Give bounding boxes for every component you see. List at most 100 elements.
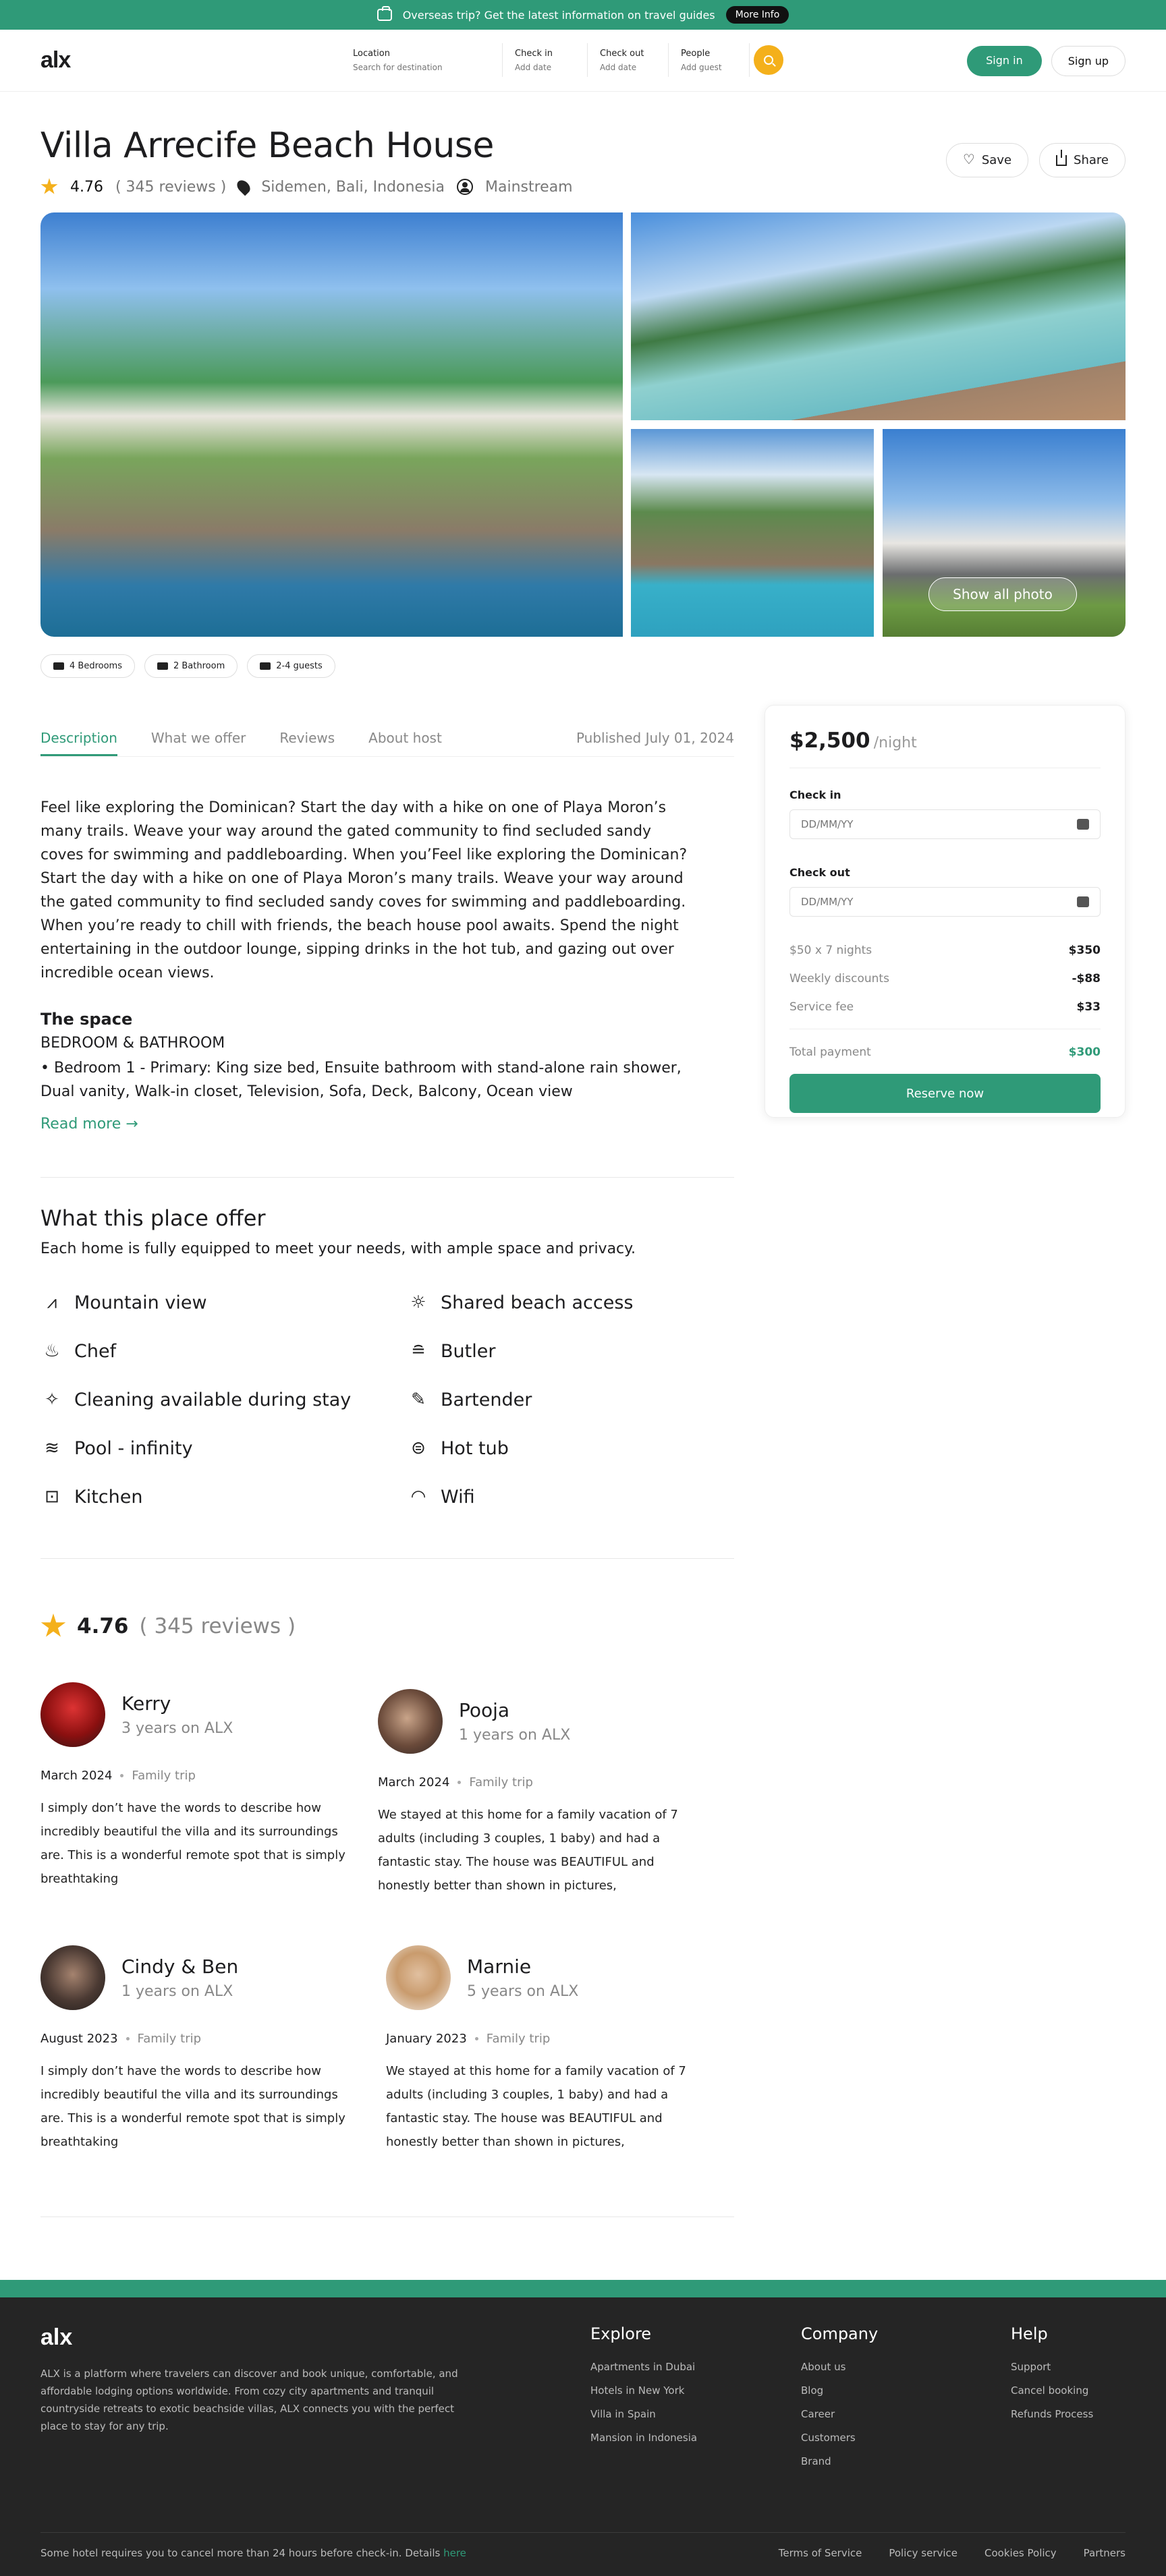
reviews-count[interactable]: ( 345 reviews ) <box>115 179 226 196</box>
review-text: We stayed at this home for a family vaca… <box>378 1808 678 1893</box>
divider <box>40 1177 734 1178</box>
save-button[interactable]: Save <box>945 143 1029 177</box>
amenity-label: Wifi <box>441 1486 475 1508</box>
guests-icon <box>260 662 271 670</box>
show-all-photo-button[interactable]: Show all photo <box>928 577 1077 611</box>
search-location-label: Location <box>353 48 390 59</box>
search-button[interactable] <box>754 45 783 75</box>
total-label: Total payment <box>789 1046 871 1059</box>
user-icon <box>457 179 473 195</box>
footer-link[interactable]: Career <box>801 2408 878 2420</box>
sign-up-button[interactable]: Sign up <box>1051 46 1126 76</box>
search-check-out[interactable]: Check out <box>588 43 669 77</box>
footer-legal-link[interactable]: Cookies Policy <box>984 2547 1057 2559</box>
check-in-field[interactable] <box>789 809 1101 839</box>
footer-link[interactable]: Apartments in Dubai <box>590 2361 697 2373</box>
review-date: March 2024 <box>40 1769 113 1783</box>
save-label: Save <box>981 153 1012 167</box>
star-icon <box>40 178 58 194</box>
check-in-input[interactable] <box>801 818 932 830</box>
search-location[interactable]: Location <box>341 43 503 77</box>
amenity-item: ⊡ Kitchen <box>40 1486 407 1508</box>
reviews-rating: 4.76 <box>77 1614 129 1638</box>
tab-reviews[interactable]: Reviews <box>279 730 335 756</box>
more-info-button[interactable]: More Info <box>725 6 789 24</box>
search-bar: Location Check in Check out People <box>341 43 783 77</box>
sign-in-button[interactable]: Sign in <box>967 46 1042 76</box>
feature-guests-label: 2-4 guests <box>276 661 323 671</box>
footer: alx ALX is a platform where travelers ca… <box>0 2297 1166 2576</box>
listing-meta: 4.76 ( 345 reviews ) Sidemen, Bali, Indo… <box>40 177 1126 196</box>
share-button[interactable]: Share <box>1039 143 1126 177</box>
banner-text: Overseas trip? Get the latest informatio… <box>402 8 715 22</box>
top-banner: Overseas trip? Get the latest informatio… <box>0 0 1166 30</box>
review-meta: March 2024 Family trip <box>40 1769 358 1783</box>
footer-explore-title: Explore <box>590 2324 652 2343</box>
reviews-header: 4.76 ( 345 reviews ) <box>40 1613 296 1639</box>
location-text: Sidemen, Bali, Indonesia <box>261 178 445 196</box>
footer-link[interactable]: Brand <box>801 2455 878 2467</box>
review-date: August 2023 <box>40 2032 118 2046</box>
footer-link[interactable]: Support <box>1011 2361 1093 2373</box>
amenity-item: ◠ Wifi <box>407 1486 734 1508</box>
footer-link[interactable]: Hotels in New York <box>590 2384 697 2397</box>
footer-about: ALX is a platform where travelers can di… <box>40 2368 458 2432</box>
tab-description[interactable]: Description <box>40 730 117 756</box>
photo-deck-sea[interactable] <box>631 212 1126 420</box>
reviewer-name: Marnie <box>467 1955 532 1978</box>
arrow-right-icon: → <box>126 1116 138 1133</box>
footer-link[interactable]: Blog <box>801 2384 878 2397</box>
reviewer-tenure: 1 years on ALX <box>121 1983 233 2000</box>
search-check-in[interactable]: Check in <box>503 43 588 77</box>
calendar-icon[interactable] <box>1077 819 1089 830</box>
footer-legal-link[interactable]: Partners <box>1084 2547 1126 2559</box>
footer-logo[interactable]: alx <box>40 2324 72 2351</box>
check-out-field[interactable] <box>789 887 1101 917</box>
logo[interactable]: alx <box>40 47 71 74</box>
footer-link[interactable]: Refunds Process <box>1011 2408 1093 2420</box>
title-actions: Save Share <box>945 143 1126 177</box>
tab-what-we-offer[interactable]: What we offer <box>151 730 246 756</box>
search-location-input[interactable] <box>353 62 490 72</box>
beach-icon: ☼ <box>410 1292 426 1313</box>
footer-link[interactable]: About us <box>801 2361 878 2373</box>
photo-main-villa[interactable] <box>40 212 623 637</box>
review-card: Kerry 3 years on ALX March 2024 Family t… <box>40 1682 358 1891</box>
nightly-price: $2,500 <box>789 728 870 753</box>
amenity-label: Hot tub <box>441 1437 509 1459</box>
star-icon <box>40 1613 66 1637</box>
search-people[interactable]: People <box>669 43 750 77</box>
amenity-label: Pool - infinity <box>74 1437 193 1459</box>
calendar-icon[interactable] <box>1077 896 1089 907</box>
search-check-in-input[interactable] <box>515 62 576 72</box>
review-text: We stayed at this home for a family vaca… <box>386 2064 686 2149</box>
review-text: I simply don’t have the words to describ… <box>40 2064 345 2149</box>
search-people-label: People <box>681 48 711 59</box>
search-people-input[interactable] <box>681 62 742 72</box>
search-check-out-input[interactable] <box>600 62 661 72</box>
footer-link[interactable]: Mansion in Indonesia <box>590 2432 697 2444</box>
price-row-value: $350 <box>1068 944 1101 957</box>
reserve-button[interactable]: Reserve now <box>789 1074 1101 1113</box>
read-more-link[interactable]: Read more → <box>40 1116 138 1133</box>
photo-villa-shore[interactable] <box>631 429 874 637</box>
footer-link[interactable]: Villa in Spain <box>590 2408 697 2420</box>
hot-tub-icon: ⊜ <box>411 1438 426 1458</box>
footer-link[interactable]: Customers <box>801 2432 878 2444</box>
photo-terrace[interactable]: Show all photo <box>883 429 1126 637</box>
footer-legal-link[interactable]: Terms of Service <box>779 2547 862 2559</box>
check-in-label: Check in <box>789 789 841 801</box>
footer-legal-link[interactable]: Policy service <box>889 2547 957 2559</box>
review-date: March 2024 <box>378 1775 450 1790</box>
search-check-out-label: Check out <box>600 48 644 59</box>
footer-note-link[interactable]: here <box>443 2547 466 2559</box>
amenity-item: ≘ Butler <box>407 1340 734 1362</box>
share-label: Share <box>1074 153 1109 167</box>
check-out-input[interactable] <box>801 896 932 908</box>
review-trip: Family trip <box>132 1769 196 1783</box>
tab-about-host[interactable]: About host <box>368 730 442 756</box>
total-value: $300 <box>1068 1046 1101 1059</box>
footer-link[interactable]: Cancel booking <box>1011 2384 1093 2397</box>
feature-bathroom-label: 2 Bathroom <box>173 661 225 671</box>
price-row-label: Service fee <box>789 1000 854 1014</box>
